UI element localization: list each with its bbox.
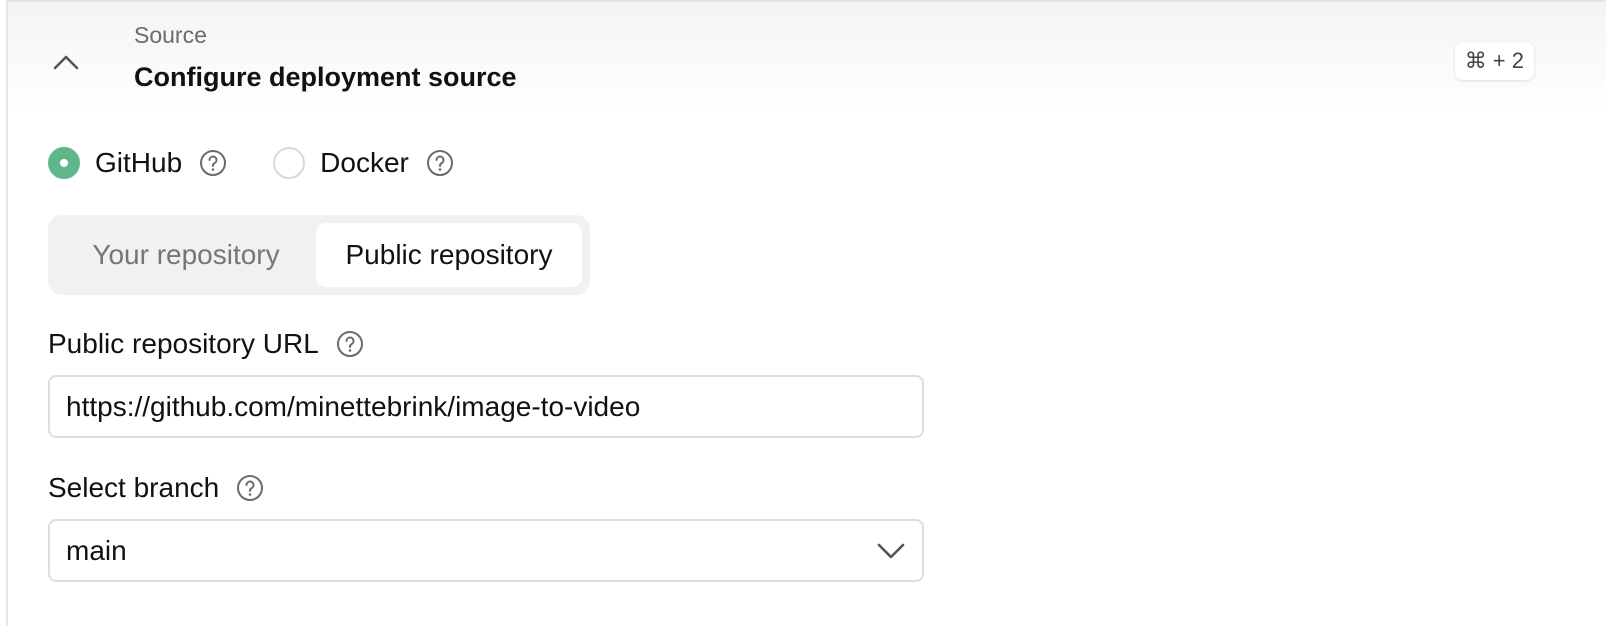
repo-url-input[interactable] (48, 375, 924, 438)
branch-label: Select branch (48, 472, 220, 503)
collapse-button[interactable] (46, 42, 86, 82)
panel-header: Source Configure deployment source ⌘ + 2 (8, 2, 1606, 112)
question-circle-icon[interactable] (236, 474, 264, 502)
branch-select[interactable]: main (48, 519, 924, 582)
docker-radio-label[interactable]: Docker (320, 147, 409, 179)
github-radio-label[interactable]: GitHub (95, 147, 182, 179)
source-panel: Source Configure deployment source ⌘ + 2… (6, 0, 1606, 626)
chevron-down-icon (877, 543, 905, 558)
shortcut-badge: ⌘ + 2 (1454, 42, 1534, 80)
branch-select-value: main (66, 534, 127, 566)
tab-public-repository[interactable]: Public repository (316, 223, 582, 287)
question-circle-icon[interactable] (199, 149, 227, 177)
section-label: Source (134, 22, 207, 48)
section-title: Configure deployment source (134, 62, 517, 92)
repo-url-field-label: Public repository URL (48, 328, 364, 360)
repository-tabs: Your repository Public repository (48, 215, 590, 295)
chevron-up-icon (53, 55, 79, 70)
question-circle-icon[interactable] (336, 330, 364, 358)
tab-your-repository[interactable]: Your repository (56, 223, 316, 287)
branch-field-label: Select branch (48, 472, 264, 504)
source-type-radio-group: GitHub Docker (48, 147, 454, 179)
question-circle-icon[interactable] (426, 149, 454, 177)
repo-url-label: Public repository URL (48, 328, 319, 359)
github-radio[interactable] (48, 147, 80, 179)
docker-radio[interactable] (273, 147, 306, 179)
